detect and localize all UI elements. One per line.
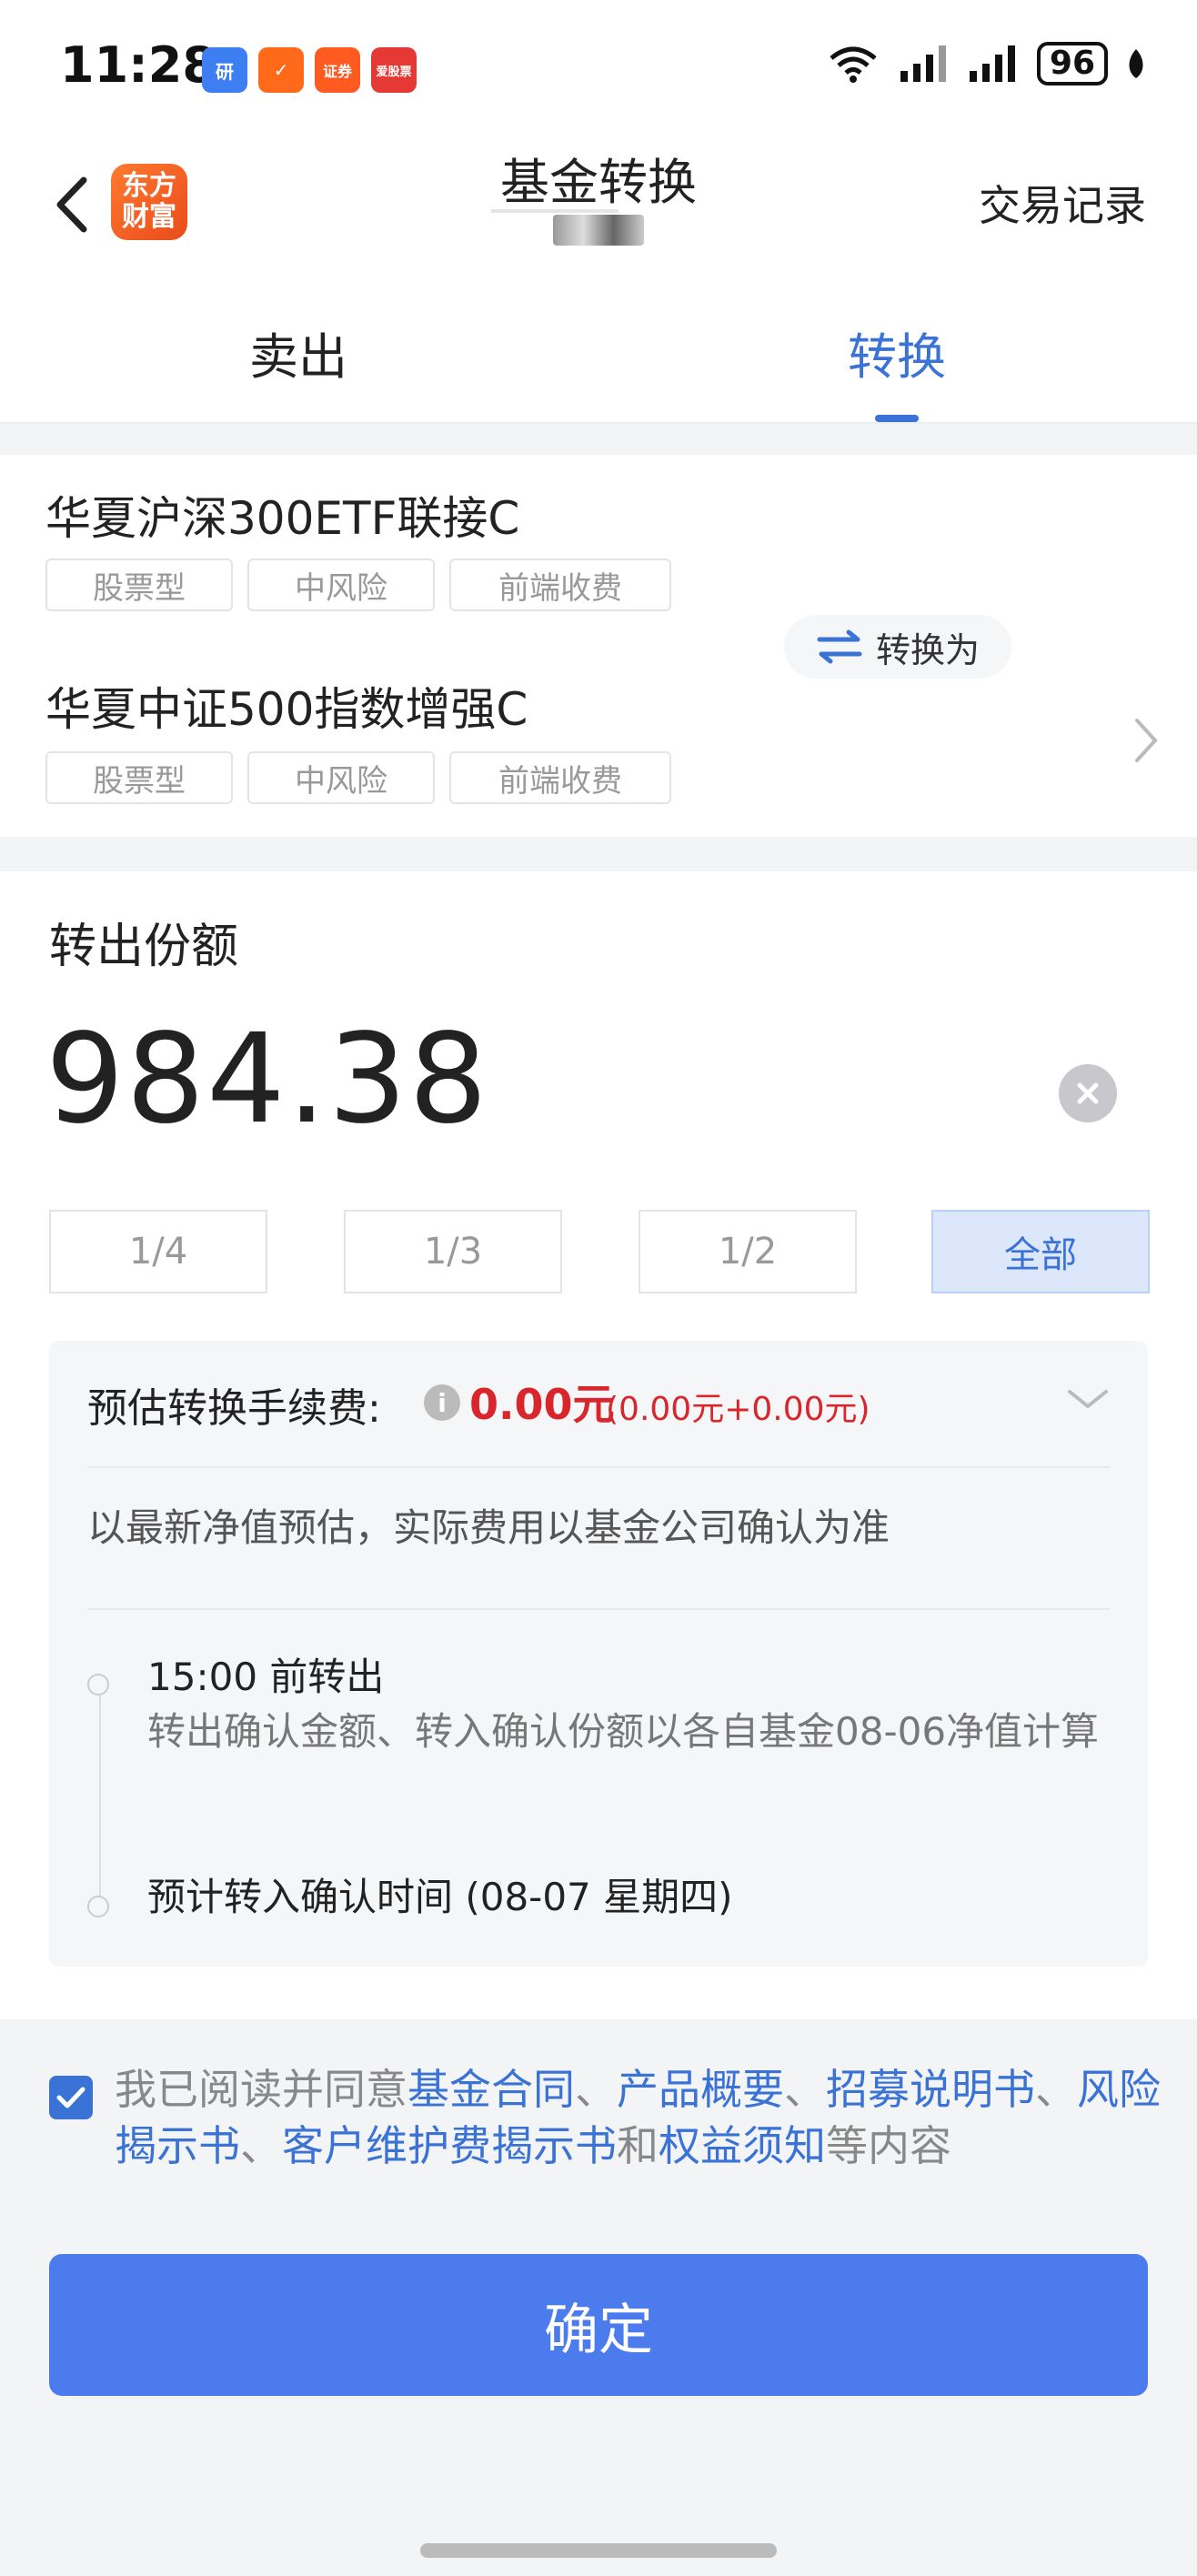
divider xyxy=(87,1466,1110,1468)
confirm-button[interactable]: 确定 xyxy=(49,2254,1148,2396)
app-notification-icon: 证券 xyxy=(315,47,360,93)
nav-bar: 东方 财富 基金转换 交易记录 xyxy=(0,136,1197,273)
timeline-desc: 转出确认金额、转入确认份额以各自基金08-06净值计算 xyxy=(147,1709,1100,1754)
account-blurred xyxy=(553,215,644,246)
half-button[interactable]: 1/2 xyxy=(639,1210,857,1293)
conjunction: 和 xyxy=(617,2121,659,2170)
fund-to-name[interactable]: 华夏中证500指数增强C xyxy=(45,673,528,739)
system-icons: 96 xyxy=(826,42,1146,86)
quarter-button[interactable]: 1/4 xyxy=(49,1210,267,1293)
signal-icon xyxy=(900,45,946,82)
check-icon xyxy=(56,2087,86,2108)
select-fund-chevron[interactable] xyxy=(1132,715,1161,780)
third-button[interactable]: 1/3 xyxy=(344,1210,562,1293)
switch-to-badge: 转换为 xyxy=(784,615,1011,679)
fund-tag: 前端收费 xyxy=(449,558,671,611)
agree-checkbox[interactable] xyxy=(49,2076,93,2119)
timeline-dot xyxy=(87,1674,109,1696)
fund-card: 华夏沪深300ETF联接C 股票型 中风险 前端收费 转换为 华夏中证500指数… xyxy=(0,455,1197,837)
agreement-text: 我已阅读并同意基金合同、产品概要、招募说明书、风险揭示书、客户维护费揭示书和权益… xyxy=(115,2061,1161,2174)
tab-indicator xyxy=(875,415,919,422)
battery-indicator: 96 xyxy=(1036,42,1108,86)
info-icon[interactable]: i xyxy=(424,1384,460,1421)
signal-icon xyxy=(969,45,1015,82)
app-notification-icon: ✓ xyxy=(258,47,304,93)
fee-note: 以最新净值预估，实际费用以基金公司确认为准 xyxy=(87,1505,890,1550)
fund-from-name: 华夏沪深300ETF联接C xyxy=(45,492,520,545)
tab-convert[interactable]: 转换 xyxy=(848,317,946,388)
chevron-down-icon xyxy=(1068,1390,1108,1409)
subtitle-underline xyxy=(491,209,619,213)
link-prospectus[interactable]: 招募说明书 xyxy=(826,2065,1035,2114)
separator: 、 xyxy=(784,2065,826,2114)
all-button[interactable]: 全部 xyxy=(931,1210,1150,1293)
fund-tag: 中风险 xyxy=(247,558,435,611)
home-indicator[interactable] xyxy=(420,2543,777,2558)
fee-expand-toggle[interactable] xyxy=(1066,1379,1110,1421)
fee-detail: (0.00元+0.00元) xyxy=(606,1391,870,1428)
close-icon xyxy=(1077,1082,1099,1104)
amount-input[interactable]: 984.38 xyxy=(45,1008,489,1152)
separator: 、 xyxy=(1035,2065,1077,2114)
fund-tag: 股票型 xyxy=(45,558,233,611)
fee-value: 0.00元 xyxy=(469,1380,615,1429)
fee-label: 预估转换手续费: xyxy=(87,1385,381,1432)
transfer-shares-label: 转出份额 xyxy=(49,920,239,974)
fund-tag: 股票型 xyxy=(45,751,233,804)
clear-button[interactable] xyxy=(1059,1064,1117,1122)
link-rights-notice[interactable]: 权益须知 xyxy=(659,2121,826,2170)
status-bar: 11:28 研 ✓ 证券 爱股票 96 xyxy=(0,0,1197,136)
link-maintenance-fee[interactable]: 客户维护费揭示书 xyxy=(282,2121,617,2170)
transaction-records-link[interactable]: 交易记录 xyxy=(979,173,1146,233)
leaf-icon xyxy=(1129,49,1143,78)
timeline-dot xyxy=(87,1896,109,1917)
app-notification-icon: 研 xyxy=(202,47,247,93)
tab-sell[interactable]: 卖出 xyxy=(249,317,347,388)
wifi-icon xyxy=(830,46,877,83)
agreement-section: 我已阅读并同意基金合同、产品概要、招募说明书、风险揭示书、客户维护费揭示书和权益… xyxy=(0,2019,1197,2492)
switch-label: 转换为 xyxy=(875,629,980,670)
agreement-suffix: 等内容 xyxy=(826,2121,951,2170)
tab-bar: 卖出 转换 xyxy=(0,273,1197,424)
amount-card: 转出份额 984.38 1/4 1/3 1/2 全部 预估转换手续费: i 0.… xyxy=(0,871,1197,2019)
separator: 、 xyxy=(575,2065,617,2114)
separator: 、 xyxy=(240,2121,282,2170)
chevron-right-icon xyxy=(1135,719,1158,762)
app-notification-icon: 爱股票 xyxy=(371,47,417,93)
fee-panel: 预估转换手续费: i 0.00元 (0.00元+0.00元) 以最新净值预估，实… xyxy=(49,1341,1148,1967)
timeline-line xyxy=(99,1685,101,1912)
timeline-title: 预计转入确认时间 (08-07 星期四) xyxy=(147,1875,733,1919)
link-product-summary[interactable]: 产品概要 xyxy=(617,2065,784,2114)
link-fund-contract[interactable]: 基金合同 xyxy=(407,2065,575,2114)
swap-arrows-icon xyxy=(817,629,862,664)
timeline-title: 15:00 前转出 xyxy=(147,1655,385,1699)
fund-tag: 前端收费 xyxy=(449,751,671,804)
agreement-prefix: 我已阅读并同意 xyxy=(115,2065,407,2114)
status-time: 11:28 xyxy=(60,36,216,94)
fund-tag: 中风险 xyxy=(247,751,435,804)
divider xyxy=(87,1608,1110,1610)
